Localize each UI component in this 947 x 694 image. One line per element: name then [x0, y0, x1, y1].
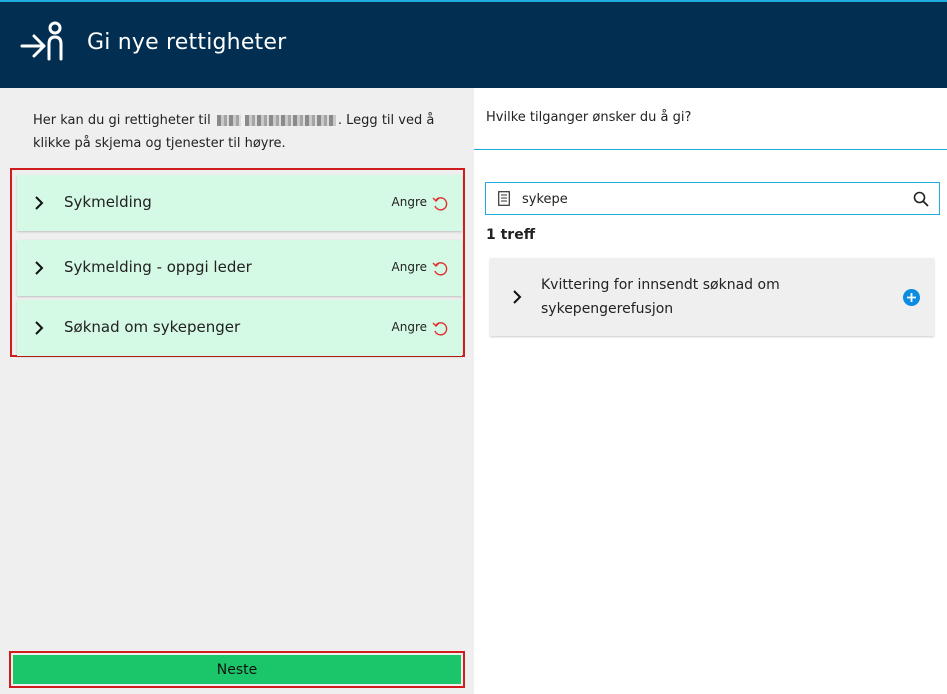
document-icon: [498, 191, 510, 206]
add-icon[interactable]: [903, 289, 920, 306]
selected-rights-list: Sykmelding Angre Sykmelding - oppgi lede…: [10, 168, 465, 357]
undo-button[interactable]: Angre: [392, 260, 427, 274]
selected-item[interactable]: Søknad om sykepenger Angre: [17, 300, 462, 356]
selected-item-label: Sykmelding - oppgi leder: [64, 258, 252, 276]
redacted-name: [244, 115, 336, 126]
next-button-wrapper: Neste: [9, 651, 465, 688]
page-title: Gi nye rettigheter: [87, 30, 287, 55]
left-panel: Her kan du gi rettigheter til . Legg til…: [0, 88, 474, 694]
search-result-item[interactable]: Kvittering for innsendt søknad om sykepe…: [490, 258, 934, 336]
undo-button[interactable]: Angre: [392, 320, 427, 334]
chevron-right-icon: [35, 321, 44, 335]
search-input[interactable]: [522, 188, 902, 210]
right-panel: Hvilke tilganger ønsker du å gi? 1 treff…: [474, 88, 947, 694]
result-count: 1 treff: [486, 227, 536, 243]
chevron-right-icon: [513, 290, 522, 304]
person-arrow-icon: [20, 21, 63, 61]
selected-item-label: Søknad om sykepenger: [64, 318, 241, 336]
search-icon[interactable]: [913, 191, 929, 207]
selected-item[interactable]: Sykmelding - oppgi leder Angre: [17, 240, 462, 296]
chevron-right-icon: [35, 261, 44, 275]
redacted-name: [216, 115, 241, 126]
selected-item[interactable]: Sykmelding Angre: [17, 175, 462, 231]
search-result-label: Kvittering for innsendt søknad om sykepe…: [541, 277, 780, 317]
intro-text-start: Her kan du gi rettigheter til: [33, 113, 211, 128]
undo-icon[interactable]: [432, 321, 448, 337]
undo-icon[interactable]: [432, 261, 448, 277]
search-box[interactable]: [485, 182, 940, 215]
divider: [474, 149, 947, 150]
chevron-right-icon: [35, 196, 44, 210]
next-button[interactable]: Neste: [13, 655, 461, 684]
intro-text: Her kan du gi rettigheter til . Legg til…: [33, 109, 443, 155]
rights-question: Hvilke tilganger ønsker du å gi?: [486, 110, 692, 125]
app-header: Gi nye rettigheter: [0, 0, 947, 88]
undo-icon[interactable]: [432, 196, 448, 212]
undo-button[interactable]: Angre: [392, 195, 427, 209]
selected-item-label: Sykmelding: [64, 193, 152, 211]
